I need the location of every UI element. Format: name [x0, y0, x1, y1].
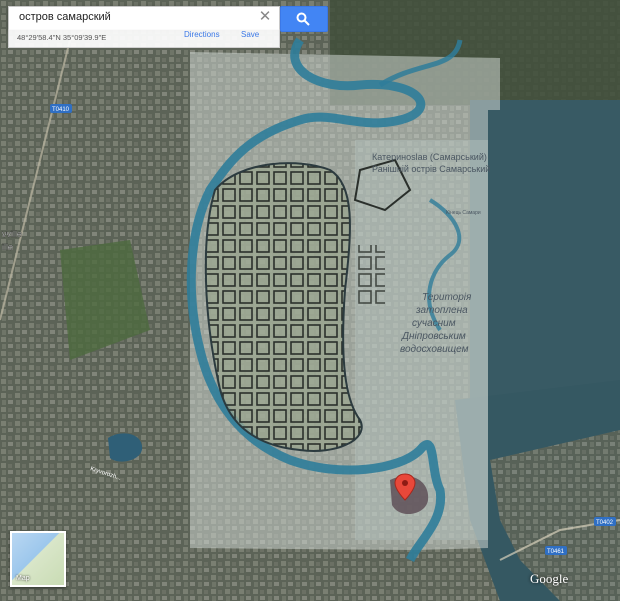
map-toggle-label: Map [16, 575, 30, 582]
search-box[interactable]: остров самарский ✕ [8, 6, 280, 30]
territory-line-3: сучасним [412, 318, 456, 329]
overlay-title-2: Ранішній острів Самарський [372, 164, 490, 174]
google-logo: Google [530, 571, 569, 586]
overlay-small-label: Кінець Самари [446, 210, 481, 216]
road-label-t0410: T0410 [52, 107, 70, 113]
island-street-grid [205, 163, 362, 451]
close-icon[interactable]: ✕ [257, 9, 273, 25]
overlay-title-1: Катериноslав (Самарський) [372, 152, 487, 162]
satellite-map[interactable]: Катериноslав (Самарський) Ранішній острі… [0, 0, 620, 601]
directions-link[interactable]: Directions [184, 30, 220, 39]
territory-line-2: затоплена [415, 305, 468, 316]
road-label-t0461: T0461 [547, 549, 565, 555]
place-label-2: ille [2, 242, 13, 252]
territory-line-5: водосховищем [400, 344, 469, 355]
search-button[interactable] [280, 6, 328, 32]
info-bar: 48°29'58.4"N 35°09'39.9"E [8, 29, 280, 48]
search-input[interactable]: остров самарский [19, 11, 111, 23]
territory-line-1: Територія [422, 292, 472, 303]
coordinates-text: 48°29'58.4"N 35°09'39.9"E [17, 33, 107, 42]
map-type-toggle[interactable]: Map [10, 531, 66, 587]
save-link[interactable]: Save [241, 30, 259, 39]
small-block-grid [355, 245, 385, 305]
territory-line-4: Дніпровським [401, 331, 466, 342]
search-icon [296, 12, 310, 26]
road-label-t0402: T0402 [596, 520, 614, 526]
place-label-1: vville [2, 229, 22, 239]
